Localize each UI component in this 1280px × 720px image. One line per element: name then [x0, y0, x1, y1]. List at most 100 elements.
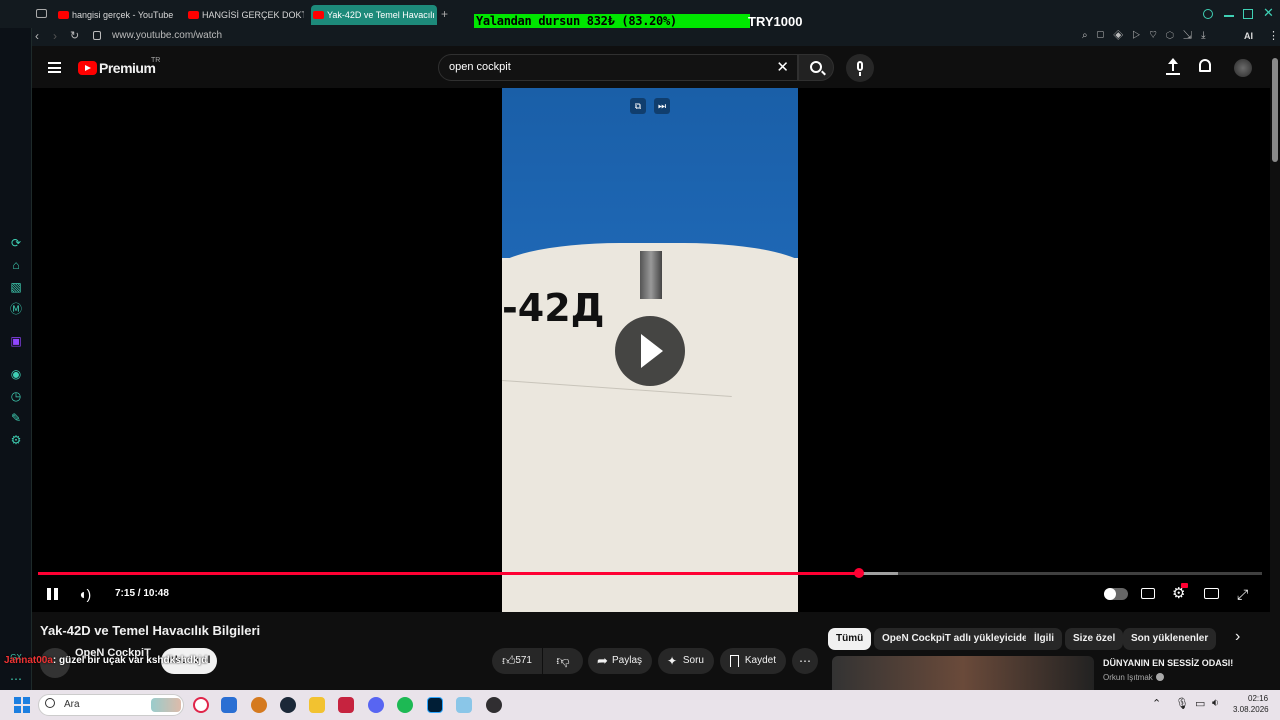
notifications-bell-icon[interactable]: [1199, 59, 1211, 72]
recommended-thumbnail[interactable]: [832, 656, 1094, 690]
page-scrollbar[interactable]: [1272, 58, 1278, 162]
progress-bar[interactable]: [38, 568, 1262, 578]
tab-hangisi-gercek[interactable]: hangisi gerçek - YouTube: [56, 5, 180, 25]
restore-button[interactable]: [1243, 9, 1253, 19]
recommended-title[interactable]: DÜNYANIN EN SESSİZ ODASI!: [1103, 658, 1233, 668]
ai-button[interactable]: AI: [1244, 31, 1253, 41]
address-bar: ‹ › ↻ www.youtube.com/watch ⌕▢◈▷♡⬡⇲⤓ AI …: [32, 28, 1280, 46]
tab-overview-icon[interactable]: [36, 9, 47, 18]
chips-next-icon[interactable]: ›: [1235, 628, 1240, 646]
youtube-logo[interactable]: Premium TR: [78, 57, 168, 77]
tab-hangisi-gercek-doktor[interactable]: HANGİSİ GERÇEK DOKTOR: [186, 5, 304, 25]
tray-mic-icon[interactable]: 🎙︎: [1175, 697, 1189, 710]
reload-button[interactable]: ↻: [70, 29, 79, 42]
close-window-button[interactable]: ✕: [1263, 5, 1274, 21]
forward-button[interactable]: ›: [53, 29, 57, 43]
fullscreen-button[interactable]: ⤢: [1237, 586, 1248, 603]
tray-chevron-icon[interactable]: ⌃: [1152, 697, 1161, 710]
photoshop-icon[interactable]: [427, 697, 443, 713]
search-tabs-icon[interactable]: [1203, 9, 1213, 19]
video-player[interactable]: -42Д ⧉ ⏭ ◖) 7:15 / 10:48 ⚙ ⤢: [32, 88, 1270, 612]
video-registration-text: -42Д: [502, 286, 605, 330]
miniplayer-button[interactable]: ⧉: [630, 98, 646, 114]
more-horizontal-icon: ⋯: [799, 654, 811, 668]
new-tab-button[interactable]: +: [441, 7, 448, 21]
discord-icon[interactable]: [368, 697, 384, 713]
chip-all[interactable]: Tümü: [828, 628, 872, 650]
sidebar-twitch-icon[interactable]: ▣: [9, 334, 23, 348]
hd-badge: [1181, 583, 1188, 588]
taskbar-time[interactable]: 02:16: [1248, 694, 1268, 703]
volume-icon: ◖): [78, 586, 92, 602]
sidebar-activity-icon[interactable]: ⟳: [9, 236, 23, 250]
upload-icon[interactable]: [1166, 58, 1180, 76]
chip-recent[interactable]: Son yüklenenler: [1123, 628, 1217, 650]
mic-icon: [857, 61, 863, 71]
steam-icon[interactable]: [280, 697, 296, 713]
search-button[interactable]: [798, 54, 834, 81]
sidebar-edit-icon[interactable]: ▧: [9, 280, 23, 294]
voice-search-button[interactable]: [846, 54, 874, 82]
dislike-button[interactable]: 👎︎: [543, 648, 583, 674]
search-input[interactable]: open cockpit ✕: [438, 54, 798, 81]
windows-start-icon[interactable]: [14, 697, 30, 713]
sidebar-player-icon[interactable]: ◉: [9, 367, 23, 381]
lock-icon: [93, 31, 101, 40]
tray-volume-icon[interactable]: 🔉︎: [1212, 697, 1219, 710]
taskbar-search-placeholder: Ara: [64, 699, 80, 710]
ask-button[interactable]: ✦ Soru: [658, 648, 714, 674]
back-button[interactable]: ‹: [35, 29, 39, 43]
thumbs-up-icon: 👍︎: [502, 653, 516, 668]
app-snowflake-icon[interactable]: [456, 697, 472, 713]
theater-mode-button[interactable]: [1204, 588, 1219, 599]
spotify-icon[interactable]: [397, 697, 413, 713]
file-explorer-icon[interactable]: [309, 697, 325, 713]
tray-network-icon[interactable]: ▭: [1195, 697, 1205, 710]
clear-search-icon[interactable]: ✕: [776, 55, 789, 80]
autoplay-toggle[interactable]: [1104, 588, 1128, 600]
skip-next-button[interactable]: ⏭: [654, 98, 670, 114]
sidebar-more-icon[interactable]: ⋯: [9, 672, 23, 686]
subtitles-button[interactable]: [1141, 588, 1155, 599]
share-label: Paylaş: [611, 655, 642, 666]
scrubber-handle[interactable]: [854, 568, 865, 578]
bookmark-icon: [730, 655, 739, 667]
autoplay-pause-icon: [1104, 588, 1116, 600]
sidebar-history-icon[interactable]: ◷: [9, 389, 23, 403]
sidebar-settings-icon[interactable]: ⚙: [9, 433, 23, 447]
app-red-icon[interactable]: [338, 697, 354, 713]
app-circle-icon[interactable]: [251, 697, 267, 713]
obs-icon[interactable]: [486, 697, 502, 713]
youtube-play-logo-icon: [78, 61, 97, 75]
browser-toolbar-icons: ⌕▢◈▷♡⬡⇲⤓: [1082, 30, 1215, 41]
chip-from-uploader[interactable]: OpeN CockpiT adlı yükleyiciden: [874, 628, 1042, 650]
chat-message: : güzel bir uçak var kshdkshdkjd: [52, 655, 208, 666]
chip-for-you[interactable]: Size özel: [1065, 628, 1124, 650]
save-button[interactable]: Kaydet: [720, 648, 786, 674]
share-button[interactable]: ➦ Paylaş: [588, 648, 652, 674]
volume-button[interactable]: ◖): [78, 586, 91, 602]
sidebar-extensions-icon[interactable]: ✎: [9, 411, 23, 425]
more-actions-button[interactable]: ⋯: [792, 648, 818, 674]
task-view-icon[interactable]: [221, 697, 237, 713]
sidebar-bot-icon[interactable]: ⌂: [9, 258, 23, 272]
avatar[interactable]: [1234, 59, 1252, 77]
recommended-channel[interactable]: Orkun Işıtmak: [1103, 673, 1153, 682]
tab-label: hangisi gerçek - YouTube: [72, 10, 174, 20]
watch-metadata: Yak-42D ve Temel Havacılık Bilgileri Ope…: [32, 612, 1270, 690]
url-field[interactable]: www.youtube.com/watch: [112, 30, 222, 41]
pause-button[interactable]: [47, 588, 59, 600]
taskbar-search[interactable]: Ara: [38, 694, 184, 716]
minimize-button[interactable]: [1224, 15, 1234, 17]
menu-icon[interactable]: ⋮: [1268, 29, 1279, 42]
settings-button[interactable]: ⚙: [1172, 583, 1188, 602]
tab-yak42d[interactable]: Yak-42D ve Temel Havacılı: [311, 5, 437, 25]
video-frame[interactable]: -42Д ⧉ ⏭: [502, 88, 798, 612]
chip-related[interactable]: İlgili: [1026, 628, 1062, 650]
like-button[interactable]: 👍︎ 571: [492, 648, 542, 674]
hamburger-menu-icon[interactable]: [48, 62, 61, 73]
opera-gx-taskbar-icon[interactable]: [193, 697, 209, 713]
play-button[interactable]: [615, 316, 685, 386]
taskbar-date[interactable]: 3.08.2026: [1233, 705, 1269, 714]
sidebar-m-icon[interactable]: Ⓜ: [9, 302, 23, 316]
